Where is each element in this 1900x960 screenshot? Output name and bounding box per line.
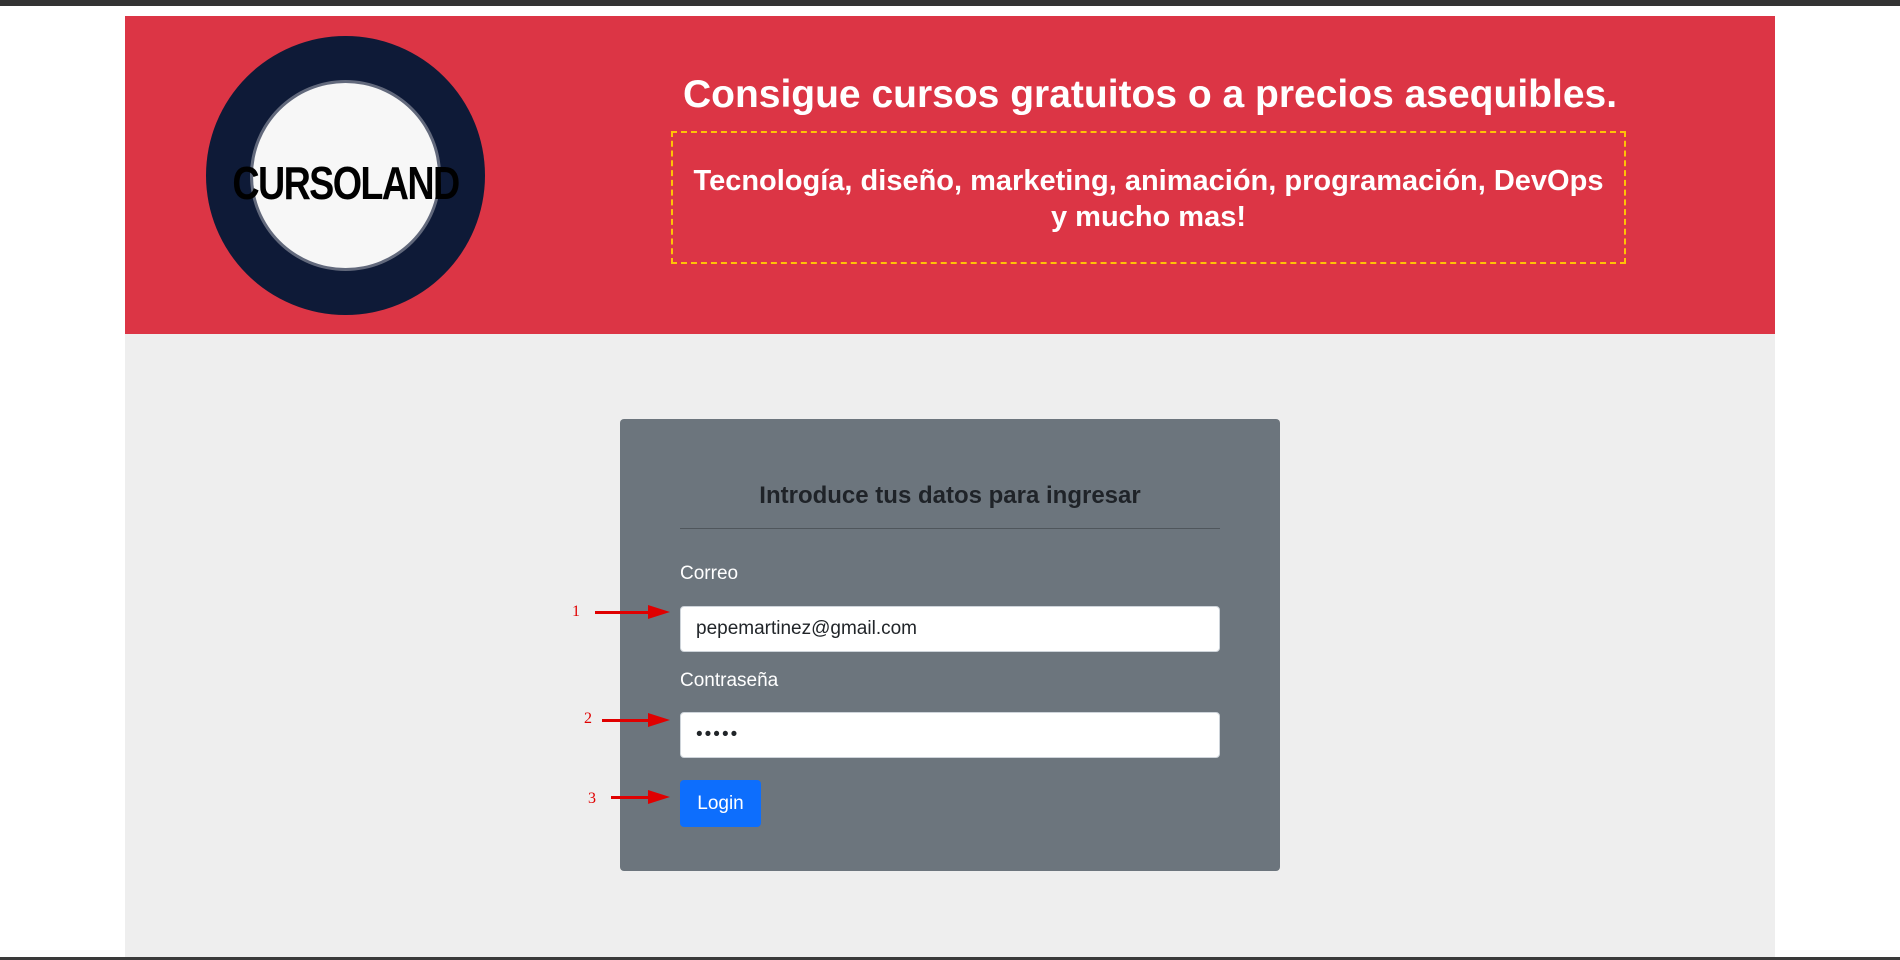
- annotation-number-2: 2: [584, 710, 592, 727]
- hero-banner: CURSOLAND Consigue cursos gratuitos o a …: [125, 16, 1775, 334]
- browser-top-bar: [0, 0, 1900, 6]
- annotation-number-3: 3: [588, 790, 596, 807]
- logo-text: CURSOLAND: [232, 157, 460, 209]
- hero-title: Consigue cursos gratuitos o a precios as…: [682, 73, 1618, 116]
- login-card: Introduce tus datos para ingresar Correo…: [620, 419, 1280, 871]
- login-button[interactable]: Login: [680, 780, 761, 827]
- hero-subtitle-line1: Tecnología, diseño, marketing, animación…: [693, 165, 1604, 197]
- email-label: Correo: [680, 563, 739, 584]
- divider: [680, 528, 1220, 529]
- password-label: Contraseña: [680, 670, 779, 691]
- email-field[interactable]: [680, 606, 1220, 652]
- login-title: Introduce tus datos para ingresar: [759, 482, 1141, 509]
- hero-subtitle-line2: y mucho mas!: [1051, 201, 1246, 233]
- annotation-arrow-3-icon: [611, 790, 670, 804]
- annotation-arrow-2-icon: [602, 713, 670, 727]
- page-container: CURSOLAND Consigue cursos gratuitos o a …: [125, 16, 1775, 957]
- hero-subtitle-box: Tecnología, diseño, marketing, animación…: [671, 131, 1626, 264]
- password-field[interactable]: [680, 712, 1220, 758]
- hero-subtitle: Tecnología, diseño, marketing, animación…: [673, 163, 1624, 235]
- cursoland-logo: CURSOLAND: [206, 36, 485, 315]
- annotation-arrow-1-icon: [595, 605, 670, 619]
- annotation-number-1: 1: [572, 603, 580, 620]
